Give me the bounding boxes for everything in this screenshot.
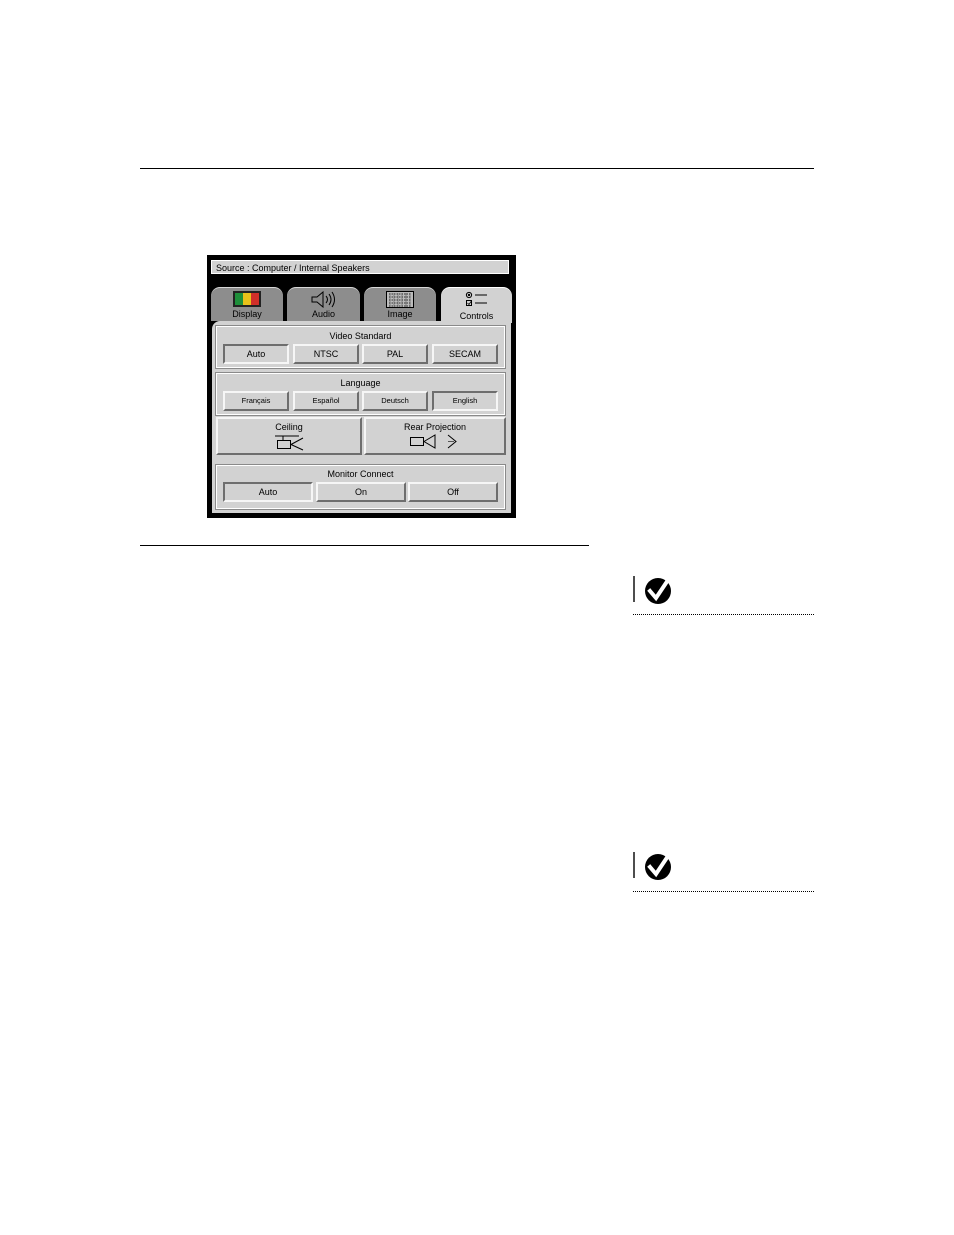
note-divider-dots (633, 891, 814, 894)
tab-image[interactable]: Image (364, 287, 436, 321)
language-deutsch-button[interactable]: Deutsch (362, 391, 428, 411)
video-standard-secam-button[interactable]: SECAM (432, 344, 498, 364)
video-standard-ntsc-button[interactable]: NTSC (293, 344, 359, 364)
ceiling-button[interactable]: Ceiling (216, 417, 362, 455)
language-group: Language Français Español Deutsch Englis… (215, 372, 506, 416)
image-pattern-icon (386, 291, 414, 308)
checkmark-note-icon (633, 852, 671, 880)
projector-menu: Source : Computer / Internal Speakers Di… (207, 255, 516, 518)
tab-display[interactable]: Display (211, 287, 283, 321)
video-standard-group: Video Standard Auto NTSC PAL SECAM (215, 325, 506, 369)
ceiling-label: Ceiling (275, 422, 303, 432)
display-color-bars-icon (233, 291, 261, 307)
language-francais-button[interactable]: Français (223, 391, 289, 411)
video-standard-title: Video Standard (329, 331, 392, 341)
language-english-button[interactable]: English (432, 391, 498, 411)
checkmark-note-icon (633, 576, 671, 604)
tab-image-label: Image (387, 309, 413, 319)
rear-projection-label: Rear Projection (403, 422, 467, 432)
top-rule (140, 168, 814, 169)
tab-audio-label: Audio (311, 309, 336, 319)
monitor-connect-title: Monitor Connect (327, 469, 394, 479)
monitor-connect-auto-button[interactable]: Auto (223, 482, 313, 502)
tab-audio[interactable]: Audio (287, 287, 360, 321)
language-espanol-button[interactable]: Español (293, 391, 359, 411)
monitor-connect-group: Monitor Connect Auto On Off (215, 464, 506, 510)
video-standard-pal-button[interactable]: PAL (362, 344, 428, 364)
tab-controls[interactable]: Controls (441, 287, 512, 323)
monitor-connect-off-button[interactable]: Off (408, 482, 498, 502)
source-bar: Source : Computer / Internal Speakers (210, 259, 510, 275)
video-standard-auto-button[interactable]: Auto (223, 344, 289, 364)
speaker-icon (311, 291, 335, 308)
monitor-connect-on-button[interactable]: On (316, 482, 406, 502)
rear-projection-button[interactable]: Rear Projection (364, 417, 506, 455)
ceiling-projector-icon (275, 435, 304, 451)
tab-display-label: Display (232, 309, 262, 319)
section-rule (140, 545, 589, 546)
tab-controls-label: Controls (459, 311, 494, 321)
language-title: Language (340, 378, 381, 388)
controls-icon (465, 291, 487, 306)
controls-panel: Video Standard Auto NTSC PAL SECAM Langu… (212, 321, 511, 513)
note-divider-dots (633, 614, 814, 617)
rear-projection-icon (410, 434, 457, 449)
